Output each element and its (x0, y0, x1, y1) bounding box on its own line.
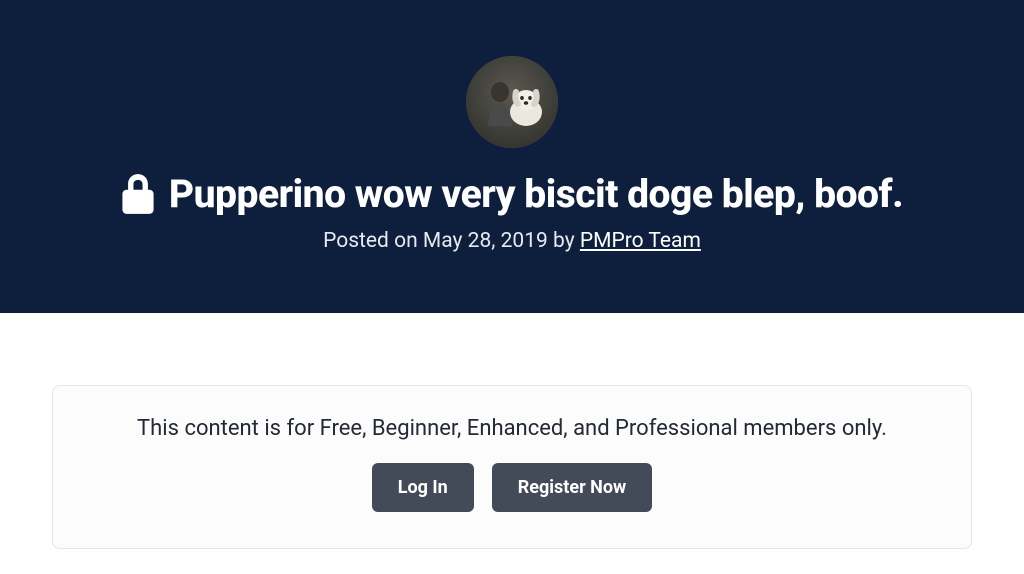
author-link[interactable]: PMPro Team (580, 229, 701, 253)
meta-prefix: Posted on (323, 229, 423, 253)
paywall-box: This content is for Free, Beginner, Enha… (52, 385, 972, 549)
author-avatar (466, 56, 558, 148)
lock-icon (121, 174, 155, 214)
title-row: Pupperino wow very biscit doge blep, boo… (20, 172, 1004, 217)
login-button[interactable]: Log In (372, 463, 474, 512)
register-button[interactable]: Register Now (492, 463, 653, 512)
post-date: May 28, 2019 (423, 229, 548, 253)
meta-by: by (548, 229, 580, 253)
post-meta: Posted on May 28, 2019 by PMPro Team (20, 229, 1004, 253)
page-title: Pupperino wow very biscit doge blep, boo… (169, 172, 903, 217)
hero-banner: Pupperino wow very biscit doge blep, boo… (0, 0, 1024, 313)
paywall-actions: Log In Register Now (93, 463, 931, 512)
paywall-message: This content is for Free, Beginner, Enha… (93, 416, 931, 441)
content-area: This content is for Free, Beginner, Enha… (0, 313, 1024, 549)
